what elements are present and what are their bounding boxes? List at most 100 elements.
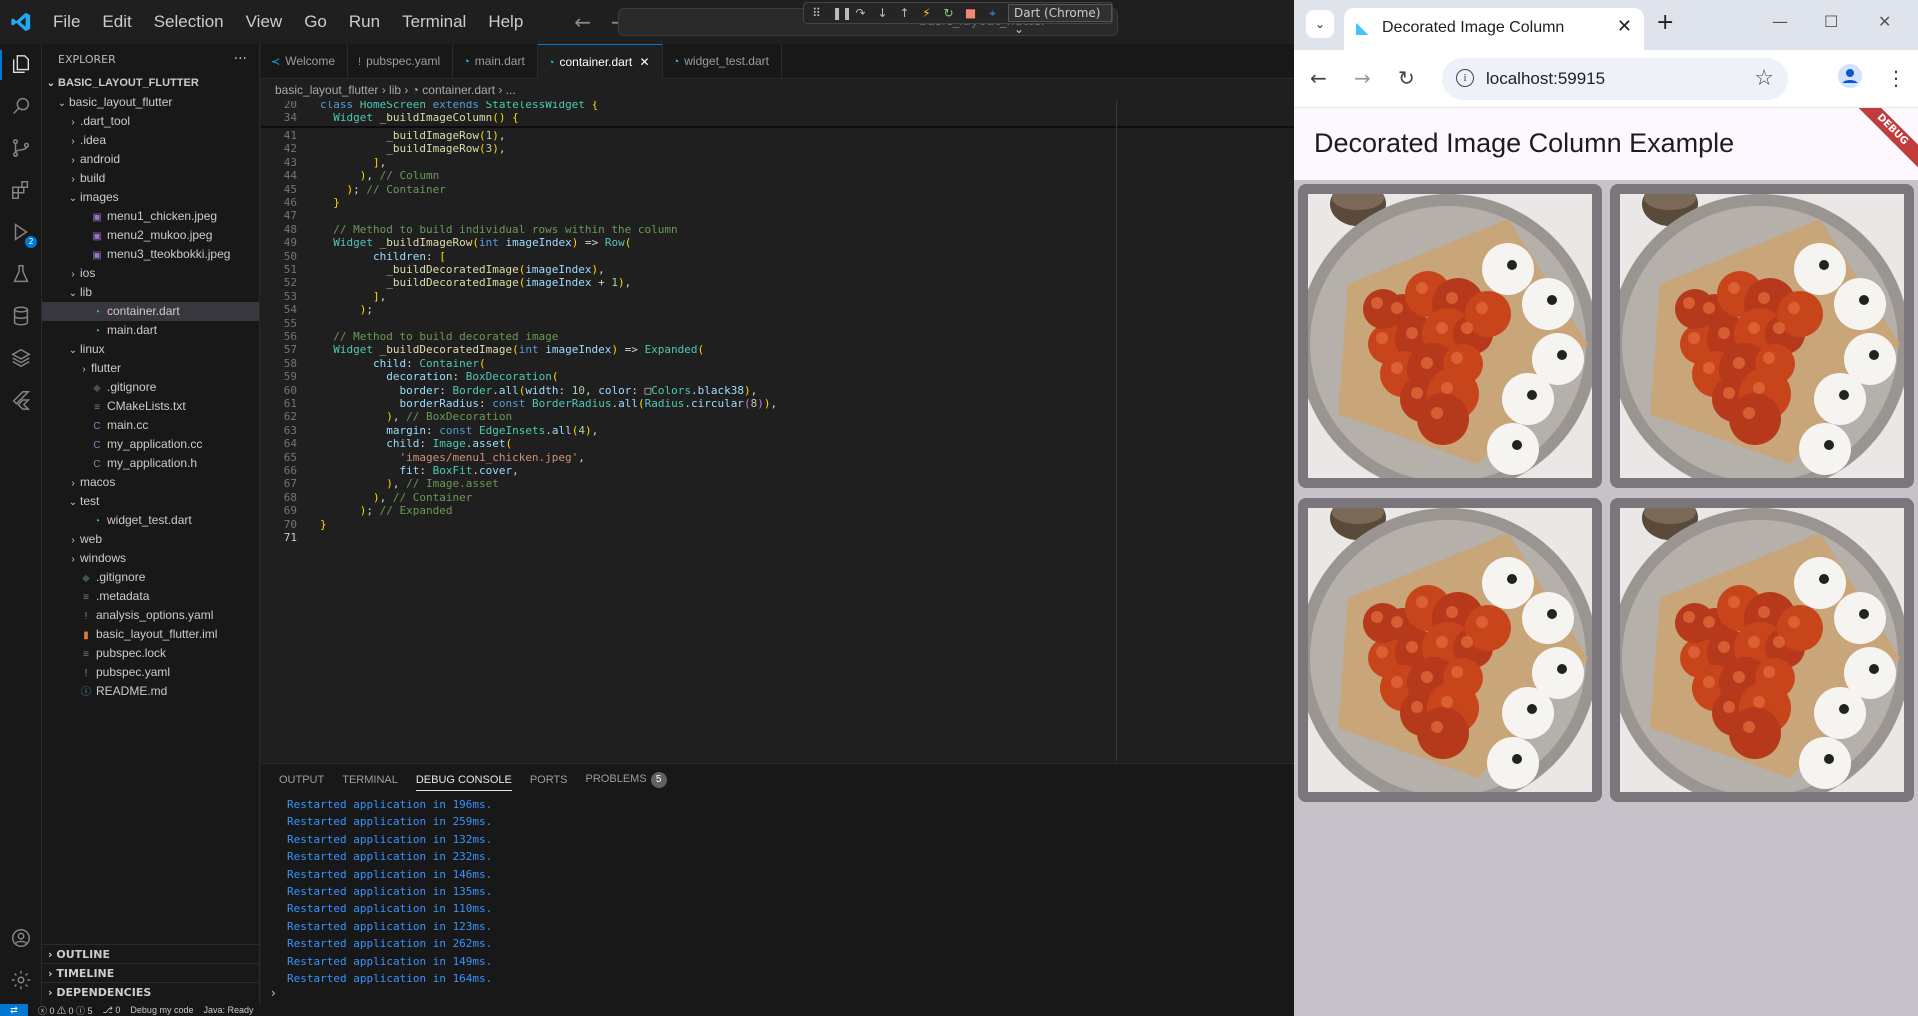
tree-file[interactable]: ▣ menu2_mukoo.jpeg: [42, 226, 259, 245]
menu-item-run[interactable]: Run: [338, 0, 391, 44]
timeline-section[interactable]: › TIMELINE: [42, 963, 260, 982]
tree-file[interactable]: ≡ CMakeLists.txt: [42, 397, 259, 416]
menu-item-file[interactable]: File: [42, 0, 91, 44]
pause-icon[interactable]: ❚❚: [832, 6, 852, 20]
chevron-down-icon[interactable]: ⌄: [66, 189, 80, 208]
tree-folder[interactable]: ⌄ linux: [42, 340, 259, 359]
site-info-icon[interactable]: i: [1456, 69, 1474, 87]
console-prompt-icon[interactable]: ›: [271, 986, 276, 1000]
tree-folder[interactable]: › flutter: [42, 359, 259, 378]
editor-tab[interactable]: ≺ Welcome: [261, 44, 349, 79]
editor-tab[interactable]: ◔ main.dart: [453, 44, 538, 79]
menu-item-edit[interactable]: Edit: [91, 0, 142, 44]
menu-item-terminal[interactable]: Terminal: [391, 0, 477, 44]
panel-tab-problems[interactable]: PROBLEMS 5: [586, 772, 667, 788]
chevron-right-icon[interactable]: ›: [66, 265, 80, 284]
chevron-right-icon[interactable]: ›: [66, 170, 80, 189]
vscode-logo-icon[interactable]: [0, 0, 42, 44]
source-control-icon[interactable]: [7, 134, 35, 162]
close-tab-icon[interactable]: ✕: [636, 55, 650, 69]
drag-handle-icon[interactable]: ⠿: [810, 6, 823, 20]
tree-folder[interactable]: › windows: [42, 549, 259, 568]
forward-icon[interactable]: →: [1354, 66, 1371, 90]
chevron-down-icon[interactable]: ⌄: [66, 493, 80, 512]
debug-status[interactable]: Debug my code: [130, 1005, 193, 1015]
tree-folder[interactable]: ⌄ basic_layout_flutter: [42, 93, 259, 112]
tree-file[interactable]: ◔ widget_test.dart: [42, 511, 259, 530]
tree-folder[interactable]: › macos: [42, 473, 259, 492]
tree-file[interactable]: ◔ main.dart: [42, 321, 259, 340]
tree-folder[interactable]: › android: [42, 150, 259, 169]
search-icon[interactable]: [7, 92, 35, 120]
settings-gear-icon[interactable]: [7, 966, 35, 994]
tree-file[interactable]: ▮ basic_layout_flutter.iml: [42, 625, 259, 644]
tree-file[interactable]: ≡ pubspec.lock: [42, 644, 259, 663]
inspect-widget-icon[interactable]: ⌖: [986, 6, 999, 21]
extensions-icon[interactable]: [7, 176, 35, 204]
tree-folder[interactable]: › ios: [42, 264, 259, 283]
minimize-icon[interactable]: —: [1772, 12, 1788, 31]
tab-search-chevron-icon[interactable]: ⌄: [1306, 10, 1334, 38]
chrome-menu-icon[interactable]: ⋮: [1886, 66, 1906, 90]
restart-icon[interactable]: ↻: [942, 6, 955, 20]
menu-item-go[interactable]: Go: [293, 0, 338, 44]
panel-tab-debug-console[interactable]: DEBUG CONSOLE: [415, 770, 512, 791]
stop-icon[interactable]: ■: [964, 6, 977, 20]
chevron-down-icon[interactable]: ⌄: [55, 94, 69, 113]
tree-file[interactable]: Cmy_application.h: [42, 454, 259, 473]
ports-status[interactable]: ⎇ 0: [103, 1005, 121, 1016]
database-icon[interactable]: [7, 302, 35, 330]
panel-tab-output[interactable]: OUTPUT: [279, 774, 324, 786]
tree-file[interactable]: ▣ menu3_tteokbokki.jpeg: [42, 245, 259, 264]
tree-file[interactable]: ! pubspec.yaml: [42, 663, 259, 682]
maximize-icon[interactable]: ☐: [1824, 12, 1838, 31]
panel-tab-terminal[interactable]: TERMINAL: [342, 774, 398, 786]
more-actions-icon[interactable]: ···: [234, 51, 247, 67]
profile-avatar-icon[interactable]: [1838, 64, 1862, 93]
browser-tab[interactable]: ◣ Decorated Image Column ✕: [1344, 8, 1644, 50]
java-status[interactable]: Java: Ready: [203, 1005, 253, 1015]
address-bar[interactable]: i localhost:59915 ☆: [1442, 58, 1788, 100]
remote-indicator-icon[interactable]: ⇄: [0, 1004, 28, 1016]
tree-file[interactable]: ◔ container.dart: [42, 302, 259, 321]
chevron-right-icon[interactable]: ›: [66, 550, 80, 569]
tree-file[interactable]: ▣ menu1_chicken.jpeg: [42, 207, 259, 226]
chevron-right-icon[interactable]: ›: [66, 151, 80, 170]
tree-file[interactable]: ! analysis_options.yaml: [42, 606, 259, 625]
back-arrow-icon[interactable]: ←: [574, 10, 591, 34]
testing-icon[interactable]: [7, 260, 35, 288]
chevron-right-icon[interactable]: ›: [77, 360, 91, 379]
account-icon[interactable]: [7, 924, 35, 952]
tree-folder[interactable]: › web: [42, 530, 259, 549]
editor-tab[interactable]: ! pubspec.yaml: [348, 44, 454, 79]
chevron-right-icon[interactable]: ›: [66, 531, 80, 550]
tree-file[interactable]: ◆ .gitignore: [42, 568, 259, 587]
close-window-icon[interactable]: ✕: [1878, 12, 1891, 31]
tree-folder[interactable]: ⌄ test: [42, 492, 259, 511]
chevron-down-icon[interactable]: ⌄: [66, 284, 80, 303]
problems-status[interactable]: ⓧ 0 ⚠ 0 ⓘ 5: [38, 1004, 93, 1016]
flutter-icon[interactable]: [7, 386, 35, 414]
tree-file[interactable]: Cmain.cc: [42, 416, 259, 435]
chevron-right-icon[interactable]: ›: [66, 132, 80, 151]
step-into-icon[interactable]: ↓: [876, 6, 889, 20]
bookmark-star-icon[interactable]: ☆: [1754, 66, 1774, 91]
step-over-icon[interactable]: ↷: [854, 6, 867, 20]
debug-console-output[interactable]: Restarted application in 196ms. Restarted…: [261, 796, 1294, 987]
layers-icon[interactable]: [7, 344, 35, 372]
tree-folder[interactable]: ⌄ BASIC_LAYOUT_FLUTTER: [42, 74, 259, 93]
code-editor[interactable]: 41 _buildImageRow(1), 42 _buildImageRow(3…: [261, 101, 1294, 761]
tree-folder[interactable]: ⌄ lib: [42, 283, 259, 302]
tree-file[interactable]: ≡ .metadata: [42, 587, 259, 606]
run-debug-icon[interactable]: 2: [7, 218, 37, 248]
dependencies-section[interactable]: › DEPENDENCIES: [42, 982, 260, 1001]
menu-item-view[interactable]: View: [235, 0, 294, 44]
explorer-icon[interactable]: [7, 50, 35, 78]
new-tab-plus-icon[interactable]: +: [1656, 10, 1674, 35]
tree-folder[interactable]: ⌄ images: [42, 188, 259, 207]
hot-reload-icon[interactable]: ⚡: [920, 6, 933, 20]
editor-tab[interactable]: ◔ container.dart ✕: [537, 44, 663, 79]
breadcrumb[interactable]: basic_layout_flutter › lib › ◔ container…: [261, 79, 1294, 101]
chevron-right-icon[interactable]: ›: [66, 113, 80, 132]
tree-file[interactable]: ⓘ README.md: [42, 682, 259, 701]
